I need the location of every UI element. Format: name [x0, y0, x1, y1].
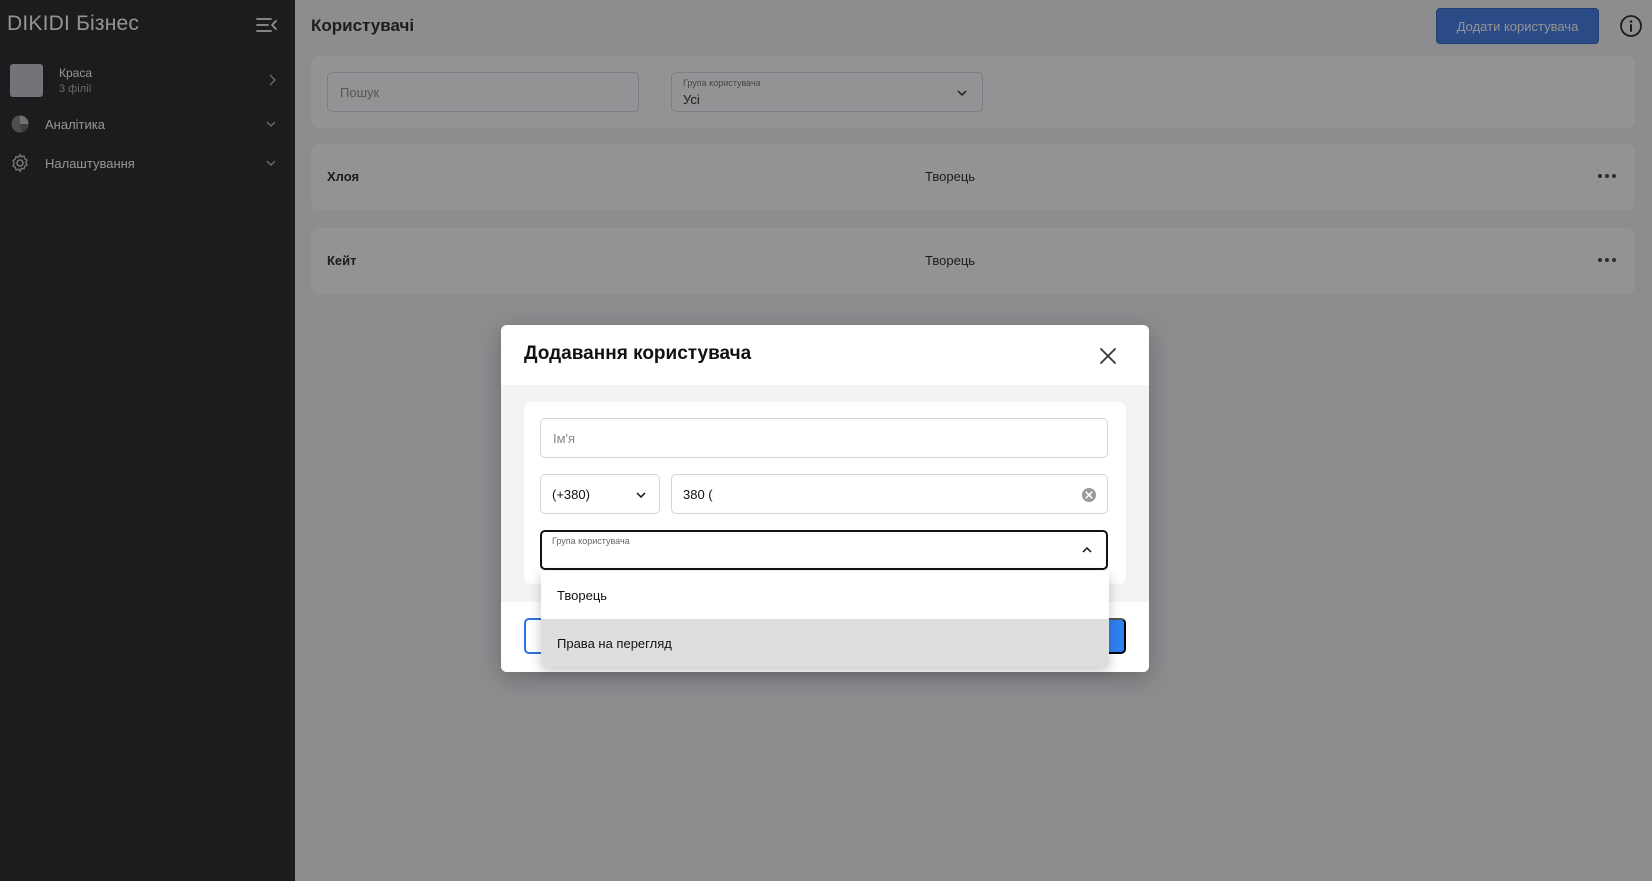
dialog-title: Додавання користувача — [524, 343, 752, 364]
user-group-select[interactable]: Група користувача — [540, 530, 1108, 570]
chevron-up-icon — [1082, 546, 1092, 553]
dropdown-option-view-rights[interactable]: Права на перегляд — [541, 619, 1109, 667]
dialog-form: (+380) 380 ( Група користувача — [524, 402, 1126, 584]
phone-value: 380 ( — [683, 487, 713, 502]
user-group-dropdown: Творець Права на перегляд — [541, 571, 1109, 667]
dialog-header: Додавання користувача — [501, 325, 1149, 385]
close-icon[interactable] — [1099, 347, 1117, 365]
country-code-select[interactable]: (+380) — [540, 474, 660, 514]
phone-input[interactable]: 380 ( — [671, 474, 1108, 514]
dropdown-option-creator[interactable]: Творець — [541, 571, 1109, 619]
clear-icon[interactable] — [1081, 487, 1097, 503]
name-input[interactable] — [540, 418, 1108, 458]
chevron-down-icon — [636, 492, 646, 499]
user-group-label: Група користувача — [552, 536, 630, 546]
country-code-value: (+380) — [552, 487, 590, 502]
